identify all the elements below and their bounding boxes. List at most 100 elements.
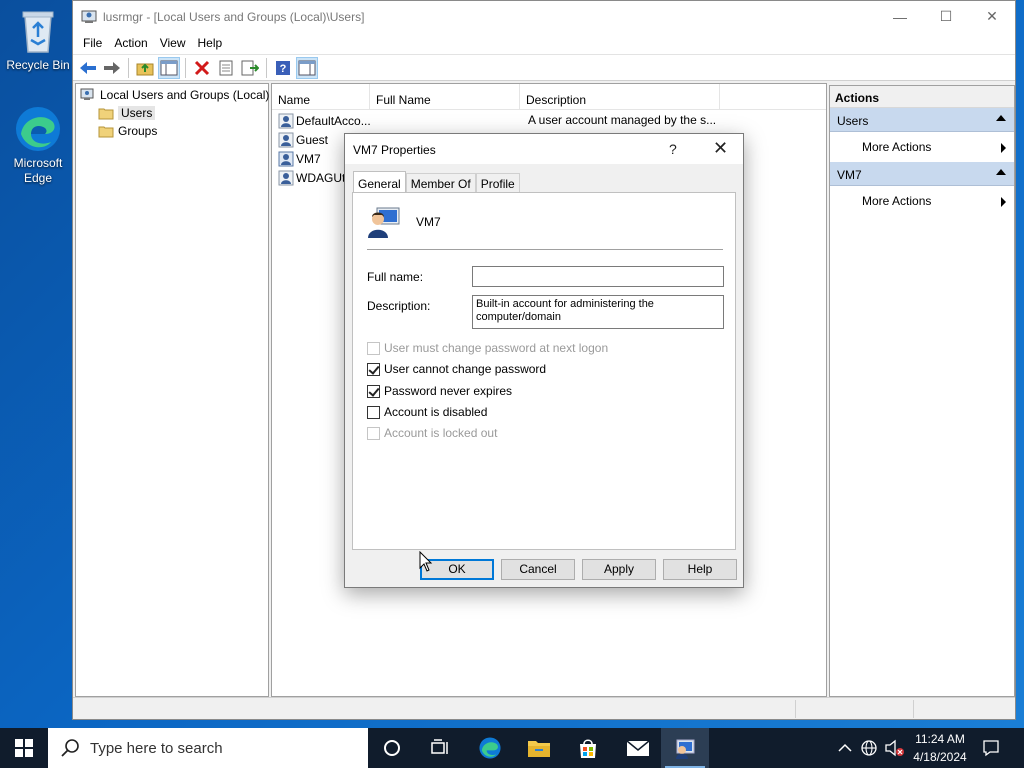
full-name-label: Full name:	[367, 270, 424, 284]
show-hide-action-pane-icon[interactable]	[296, 56, 318, 79]
checkbox-box[interactable]	[367, 384, 380, 398]
notification-center-button[interactable]	[970, 728, 1012, 768]
tree-item-label: Groups	[118, 124, 158, 138]
tree-root[interactable]: Local Users and Groups (Local)	[80, 86, 269, 104]
folder-icon	[98, 108, 114, 120]
dialog-titlebar[interactable]: VM7 Properties ? ✕	[345, 134, 743, 164]
column-header-full-name[interactable]: Full Name	[370, 84, 520, 110]
network-globe-icon[interactable]	[860, 739, 878, 757]
list-item[interactable]: VM7	[278, 149, 321, 168]
checkbox-account-disabled[interactable]: Account is disabled	[367, 405, 487, 419]
taskbar-mail[interactable]	[614, 728, 662, 768]
recycle-bin-icon	[22, 11, 54, 53]
forward-icon[interactable]	[101, 57, 123, 79]
taskbar-file-explorer[interactable]	[515, 728, 563, 768]
list-item[interactable]: WDAGUti	[278, 168, 348, 187]
user-icon	[278, 151, 294, 166]
user-account-icon	[368, 207, 400, 238]
help-icon[interactable]: ?	[272, 57, 294, 79]
tree-item-users[interactable]: Users	[98, 104, 156, 122]
actions-group-users[interactable]: Users	[830, 108, 1014, 132]
dialog-close-button[interactable]: ✕	[713, 138, 728, 159]
search-icon	[61, 739, 79, 757]
collapse-icon[interactable]	[996, 115, 1006, 121]
window-titlebar[interactable]: lusrmgr - [Local Users and Groups (Local…	[73, 1, 1015, 32]
list-item-name: DefaultAcco...	[296, 113, 371, 128]
export-list-icon[interactable]	[239, 57, 261, 79]
chevron-up-icon[interactable]	[838, 743, 852, 753]
clock-date: 4/18/2024	[913, 750, 967, 764]
menu-file[interactable]: File	[77, 34, 108, 52]
mouse-cursor-icon	[419, 551, 433, 572]
menu-help[interactable]: Help	[192, 34, 229, 52]
list-item-name: Guest	[296, 132, 329, 147]
general-tab-page: VM7 Full name: Description: Built-in acc…	[352, 192, 736, 550]
desktop-icon-label: Microsoft Edge	[13, 156, 63, 185]
edge-icon	[16, 107, 60, 151]
list-item[interactable]: Guest	[278, 130, 328, 149]
menu-view[interactable]: View	[154, 34, 192, 52]
list-header: Name Full Name Description	[272, 84, 826, 110]
checkbox-box[interactable]	[367, 341, 380, 355]
list-item[interactable]: DefaultAcco... A user account managed by…	[278, 111, 718, 130]
search-placeholder: Type here to search	[90, 739, 223, 757]
toolbar-separator	[185, 57, 186, 78]
tree-root-label: Local Users and Groups (Local)	[100, 88, 270, 102]
help-button[interactable]: Help	[663, 559, 737, 580]
tab-profile[interactable]: Profile	[475, 173, 520, 192]
cortana-button[interactable]	[368, 728, 416, 768]
submenu-arrow-icon	[1001, 197, 1006, 207]
checkbox-password-never-expires[interactable]: Password never expires	[367, 384, 512, 398]
apply-button[interactable]: Apply	[582, 559, 656, 580]
start-button[interactable]	[0, 728, 48, 768]
checkbox-account-locked-out[interactable]: Account is locked out	[367, 426, 497, 440]
volume-muted-icon[interactable]	[884, 739, 906, 757]
show-hide-tree-icon[interactable]	[158, 56, 180, 79]
toolbar-separator	[266, 57, 267, 78]
column-header-description[interactable]: Description	[520, 84, 720, 110]
delete-icon[interactable]	[191, 57, 213, 79]
description-input[interactable]: Built-in account for administering the c…	[472, 295, 724, 329]
minimize-button[interactable]: —	[877, 1, 923, 32]
task-view-button[interactable]	[416, 728, 464, 768]
tab-general[interactable]: General	[353, 171, 406, 192]
collapse-icon[interactable]	[996, 169, 1006, 175]
more-actions-users[interactable]: More Actions	[830, 132, 1014, 162]
actions-group-vm7[interactable]: VM7	[830, 162, 1014, 186]
up-folder-icon[interactable]	[134, 57, 156, 79]
checkbox-cannot-change-password[interactable]: User cannot change password	[367, 362, 546, 376]
taskbar-store[interactable]	[564, 728, 612, 768]
back-icon[interactable]	[77, 57, 99, 79]
edge-icon	[479, 737, 501, 759]
dialog-title: VM7 Properties	[353, 143, 436, 157]
user-icon	[278, 132, 294, 147]
taskbar-lusrmgr[interactable]	[661, 728, 709, 768]
column-header-name[interactable]: Name	[272, 84, 370, 110]
full-name-input[interactable]	[472, 266, 724, 287]
taskbar-search-box[interactable]: Type here to search	[48, 728, 368, 768]
taskbar-edge[interactable]	[466, 728, 514, 768]
checkbox-box[interactable]	[367, 405, 380, 419]
checkbox-box[interactable]	[367, 426, 380, 440]
desktop-icon-recycle-bin[interactable]: Recycle Bin	[4, 6, 72, 72]
file-explorer-icon	[528, 741, 550, 757]
maximize-button[interactable]: ☐	[923, 1, 969, 32]
user-name: VM7	[416, 215, 441, 229]
dialog-help-button[interactable]: ?	[669, 141, 677, 157]
list-item-name: WDAGUti	[296, 170, 348, 185]
taskbar-clock[interactable]: 11:24 AM 4/18/2024	[905, 730, 975, 766]
properties-icon[interactable]	[215, 57, 237, 79]
tab-member-of[interactable]: Member Of	[405, 173, 476, 192]
checkbox-must-change-password[interactable]: User must change password at next logon	[367, 341, 608, 355]
actions-group-label: VM7	[837, 168, 862, 182]
checkbox-label: Password never expires	[384, 384, 513, 398]
desktop-icon-edge[interactable]: Microsoft Edge	[4, 104, 72, 186]
more-actions-label: More Actions	[862, 194, 932, 208]
cancel-button[interactable]: Cancel	[501, 559, 575, 580]
menu-action[interactable]: Action	[108, 34, 153, 52]
checkbox-box[interactable]	[367, 362, 380, 376]
tree-item-groups[interactable]: Groups	[98, 122, 157, 140]
close-button[interactable]: ✕	[969, 1, 1015, 32]
more-actions-vm7[interactable]: More Actions	[830, 186, 1014, 216]
toolbar: ?	[73, 54, 1015, 81]
